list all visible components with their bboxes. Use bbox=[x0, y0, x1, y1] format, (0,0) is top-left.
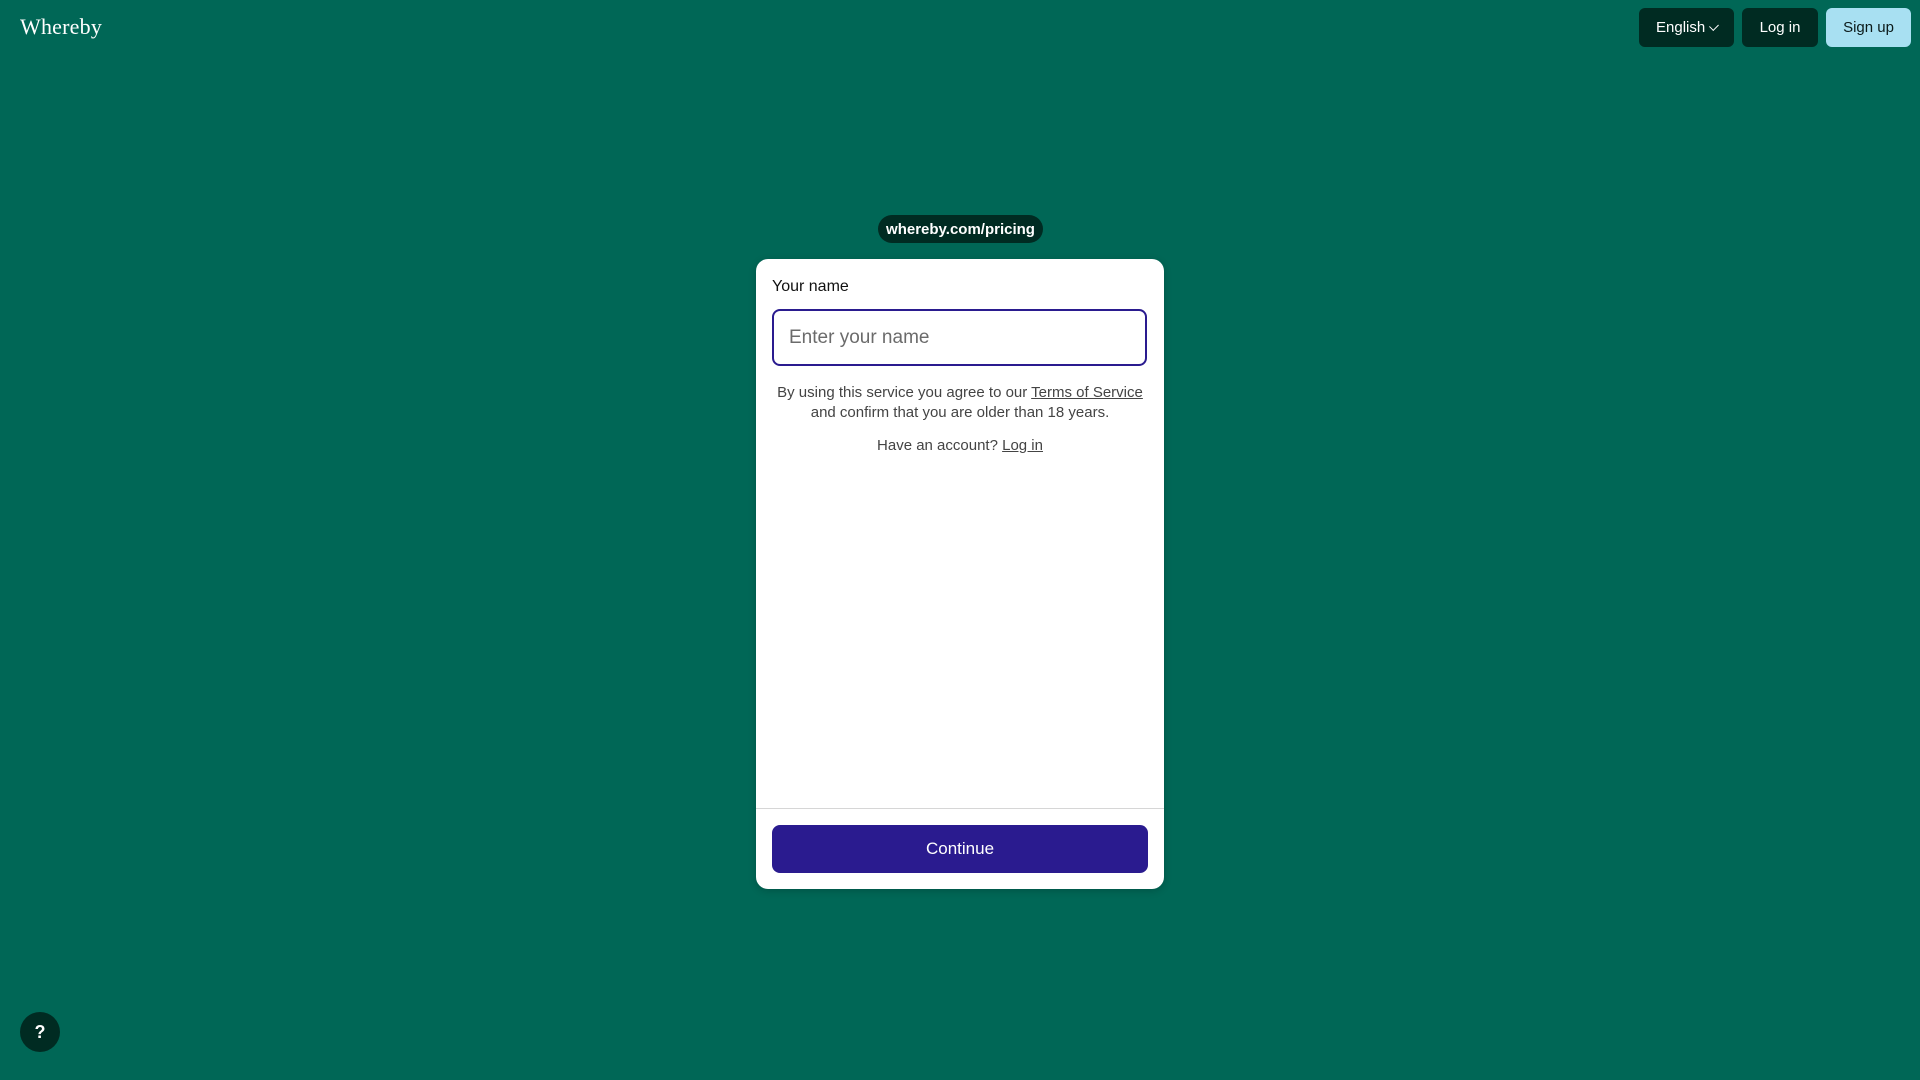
account-prompt: Have an account? Log in bbox=[772, 437, 1148, 454]
terms-text: By using this service you agree to our T… bbox=[772, 383, 1148, 423]
language-label: English bbox=[1656, 19, 1706, 36]
continue-button[interactable]: Continue bbox=[772, 825, 1148, 873]
login-button[interactable]: Log in bbox=[1742, 8, 1818, 47]
room-url-badge: whereby.com/pricing bbox=[878, 215, 1043, 243]
name-input[interactable] bbox=[772, 309, 1147, 366]
terms-prefix: By using this service you agree to our bbox=[777, 384, 1032, 401]
account-login-link[interactable]: Log in bbox=[1002, 437, 1043, 454]
card-divider bbox=[756, 808, 1164, 809]
chevron-down-icon bbox=[1709, 20, 1719, 31]
whereby-logo[interactable]: Whereby bbox=[20, 14, 102, 40]
help-button[interactable]: ? bbox=[20, 1012, 60, 1052]
signup-button[interactable]: Sign up bbox=[1826, 8, 1911, 47]
join-card: Your name By using this service you agre… bbox=[756, 259, 1164, 889]
page: Whereby English Log in Sign up whereby.c… bbox=[0, 0, 1920, 1080]
terms-of-service-link[interactable]: Terms of Service bbox=[1031, 384, 1143, 401]
name-field-label: Your name bbox=[772, 278, 849, 295]
language-select[interactable]: English bbox=[1639, 8, 1734, 47]
terms-suffix: and confirm that you are older than 18 y… bbox=[810, 404, 1110, 421]
account-prefix: Have an account? bbox=[877, 437, 1003, 454]
top-actions: English Log in Sign up bbox=[1639, 8, 1911, 47]
